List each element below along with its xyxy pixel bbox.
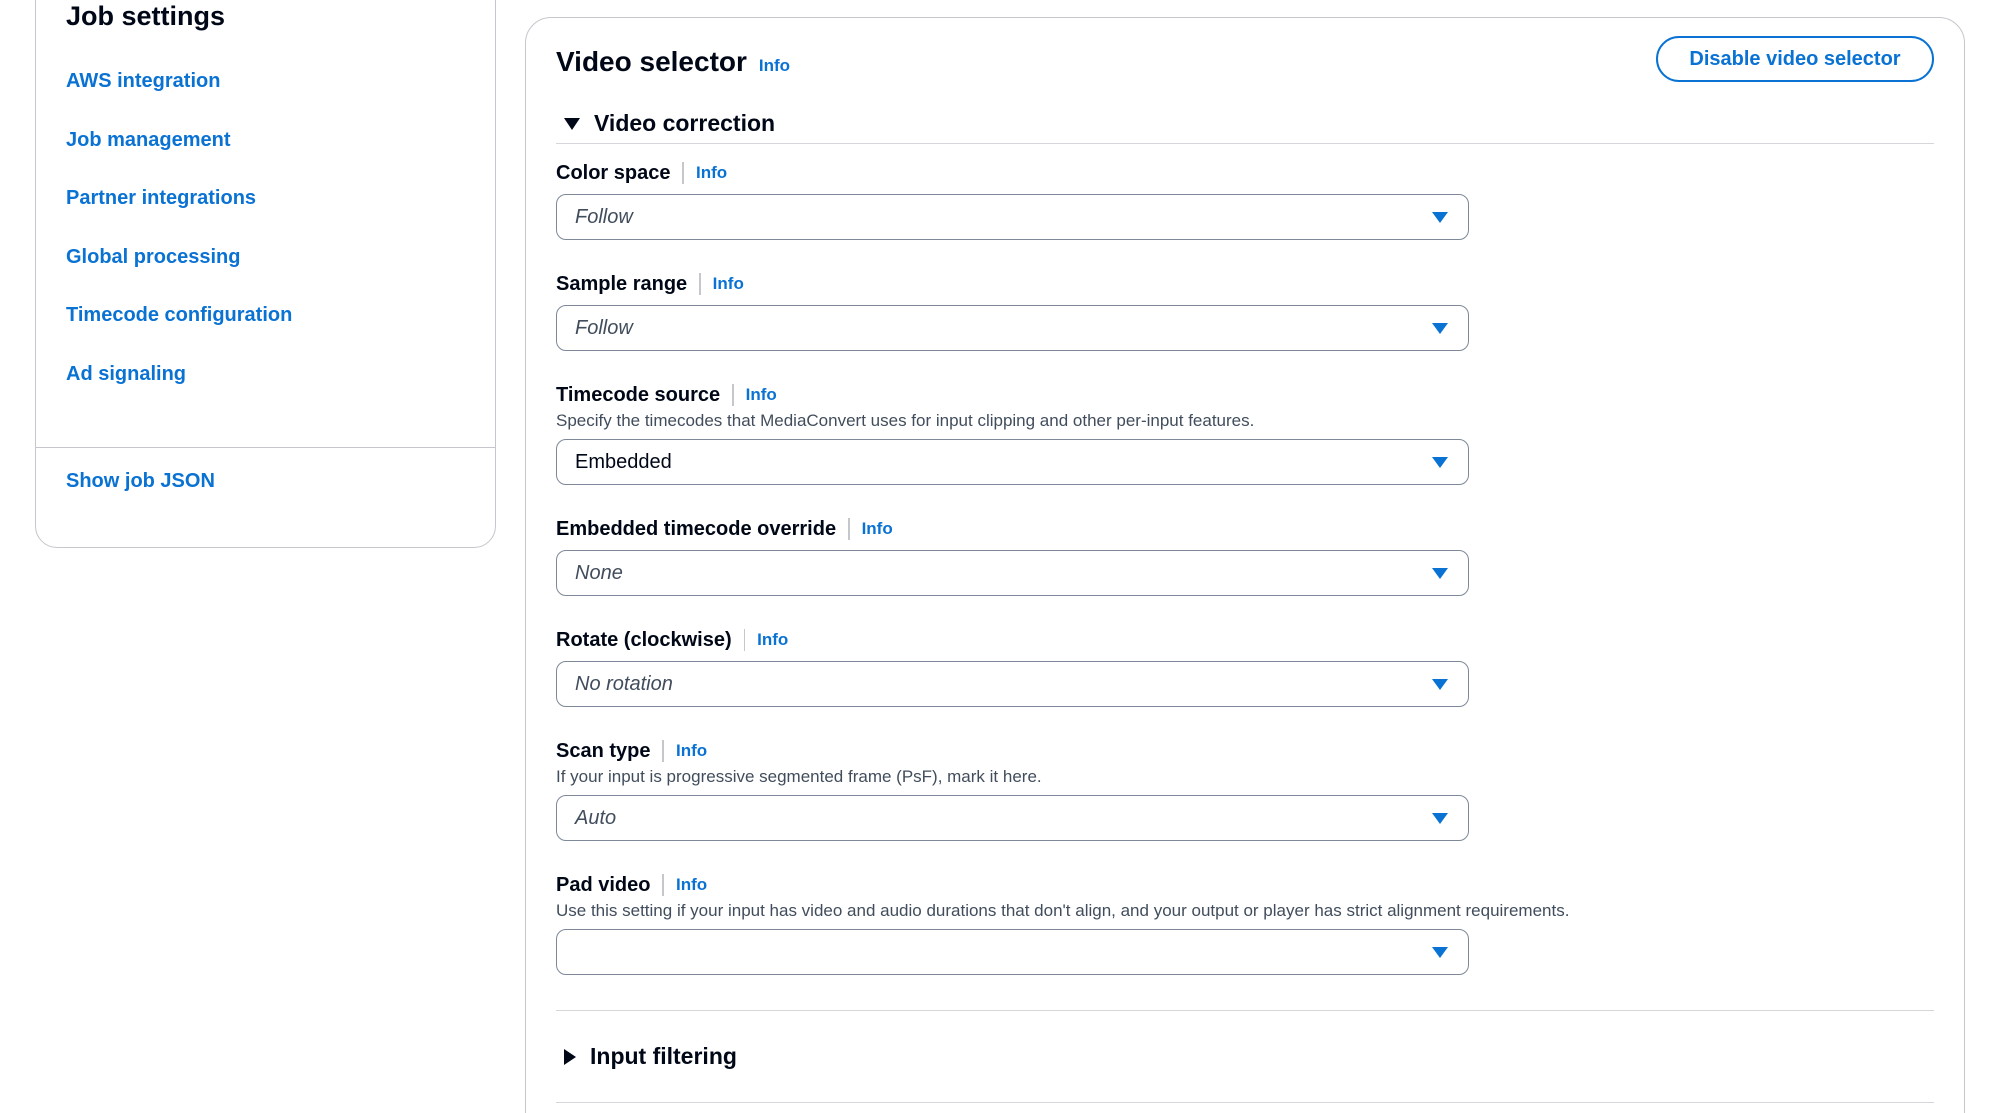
pad-video-field: Pad video Info Use this setting if your … <box>556 872 1956 975</box>
embedded-timecode-override-field: Embedded timecode override Info None <box>556 516 1956 596</box>
section-divider <box>556 143 1934 144</box>
embedded-timecode-override-label: Embedded timecode override <box>556 517 837 540</box>
nav-title: Job settings <box>66 1 226 31</box>
nav-item-aws-integration[interactable]: AWS integration <box>66 71 292 130</box>
label-separator <box>662 874 664 896</box>
nav-divider <box>36 447 495 448</box>
sample-range-info-link[interactable]: Info <box>713 274 744 294</box>
color-space-label: Color space <box>556 161 671 184</box>
timecode-source-value: Embedded <box>575 450 672 473</box>
scan-type-field: Scan type Info If your input is progress… <box>556 738 1956 841</box>
panel-info-link[interactable]: Info <box>759 56 790 76</box>
caret-down-icon <box>1432 812 1448 824</box>
color-space-info-link[interactable]: Info <box>696 163 727 183</box>
color-space-value: Follow <box>575 205 633 228</box>
nav-item-timecode-configuration[interactable]: Timecode configuration <box>66 305 292 364</box>
pad-video-select[interactable] <box>556 929 1469 975</box>
scan-type-select[interactable]: Auto <box>556 795 1469 841</box>
timecode-source-description: Specify the timecodes that MediaConvert … <box>556 411 1255 430</box>
color-space-field: Color space Info Follow <box>556 160 1956 240</box>
caret-down-icon <box>1432 322 1448 334</box>
embedded-timecode-override-value: None <box>575 561 623 584</box>
sample-range-value: Follow <box>575 316 633 339</box>
label-separator <box>848 518 850 540</box>
nav-item-job-management[interactable]: Job management <box>66 130 292 189</box>
video-correction-toggle[interactable]: Video correction <box>564 110 775 137</box>
pad-video-info-link[interactable]: Info <box>676 875 707 895</box>
label-separator <box>682 162 684 184</box>
page: Job settings AWS integration Job managem… <box>0 0 2000 1113</box>
caret-down-icon <box>1432 678 1448 690</box>
panel-title: Video selector <box>556 46 747 77</box>
scan-type-value: Auto <box>575 806 617 829</box>
input-filtering-heading: Input filtering <box>590 1043 737 1069</box>
pad-video-label-row: Pad video Info <box>556 872 1956 898</box>
caret-right-icon <box>564 1048 576 1065</box>
show-job-json-link[interactable]: Show job JSON <box>66 470 215 493</box>
scan-type-label-row: Scan type Info <box>556 738 1956 764</box>
sample-range-field: Sample range Info Follow <box>556 271 1956 351</box>
embedded-timecode-override-select[interactable]: None <box>556 550 1469 596</box>
rotate-label: Rotate (clockwise) <box>556 628 732 651</box>
scan-type-info-link[interactable]: Info <box>676 741 707 761</box>
nav-list: AWS integration Job management Partner i… <box>66 71 292 422</box>
rotate-select[interactable]: No rotation <box>556 661 1469 707</box>
nav-item-ad-signaling[interactable]: Ad signaling <box>66 364 292 423</box>
label-separator <box>699 273 701 295</box>
rotate-info-link[interactable]: Info <box>757 630 788 650</box>
label-separator <box>743 629 746 651</box>
scan-type-label: Scan type <box>556 739 651 762</box>
label-separator <box>662 740 664 762</box>
caret-down-icon <box>1432 567 1448 579</box>
disable-video-selector-button[interactable]: Disable video selector <box>1656 36 1934 82</box>
video-correction-heading: Video correction <box>594 110 776 136</box>
timecode-source-label-row: Timecode source Info <box>556 382 1956 408</box>
nav-item-global-processing[interactable]: Global processing <box>66 247 292 306</box>
section-divider <box>556 1102 1934 1103</box>
caret-down-icon <box>564 117 580 130</box>
nav-item-partner-integrations[interactable]: Partner integrations <box>66 188 292 247</box>
sample-range-select[interactable]: Follow <box>556 305 1469 351</box>
color-space-select[interactable]: Follow <box>556 194 1469 240</box>
panel-header: Video selector Info <box>556 46 790 78</box>
scan-type-description: If your input is progressive segmented f… <box>556 767 1042 786</box>
input-filtering-toggle[interactable]: Input filtering <box>564 1043 737 1070</box>
video-selector-panel: Video selector Info Disable video select… <box>525 17 1965 1113</box>
timecode-source-select[interactable]: Embedded <box>556 439 1469 485</box>
timecode-source-info-link[interactable]: Info <box>746 385 777 405</box>
label-separator <box>732 384 734 406</box>
caret-down-icon <box>1432 456 1448 468</box>
sample-range-label: Sample range <box>556 272 688 295</box>
job-settings-nav: Job settings AWS integration Job managem… <box>35 0 496 548</box>
embedded-timecode-override-info-link[interactable]: Info <box>862 519 893 539</box>
rotate-label-row: Rotate (clockwise) Info <box>556 627 1956 653</box>
rotate-field: Rotate (clockwise) Info No rotation <box>556 627 1956 707</box>
timecode-source-field: Timecode source Info Specify the timecod… <box>556 382 1956 485</box>
pad-video-description: Use this setting if your input has video… <box>556 901 1570 920</box>
caret-down-icon <box>1432 211 1448 223</box>
pad-video-label: Pad video <box>556 873 651 896</box>
section-divider <box>556 1010 1934 1011</box>
timecode-source-label: Timecode source <box>556 383 721 406</box>
sample-range-label-row: Sample range Info <box>556 271 1956 297</box>
rotate-value: No rotation <box>575 672 673 695</box>
color-space-label-row: Color space Info <box>556 160 1956 186</box>
caret-down-icon <box>1432 946 1448 958</box>
embedded-timecode-override-label-row: Embedded timecode override Info <box>556 516 1956 542</box>
